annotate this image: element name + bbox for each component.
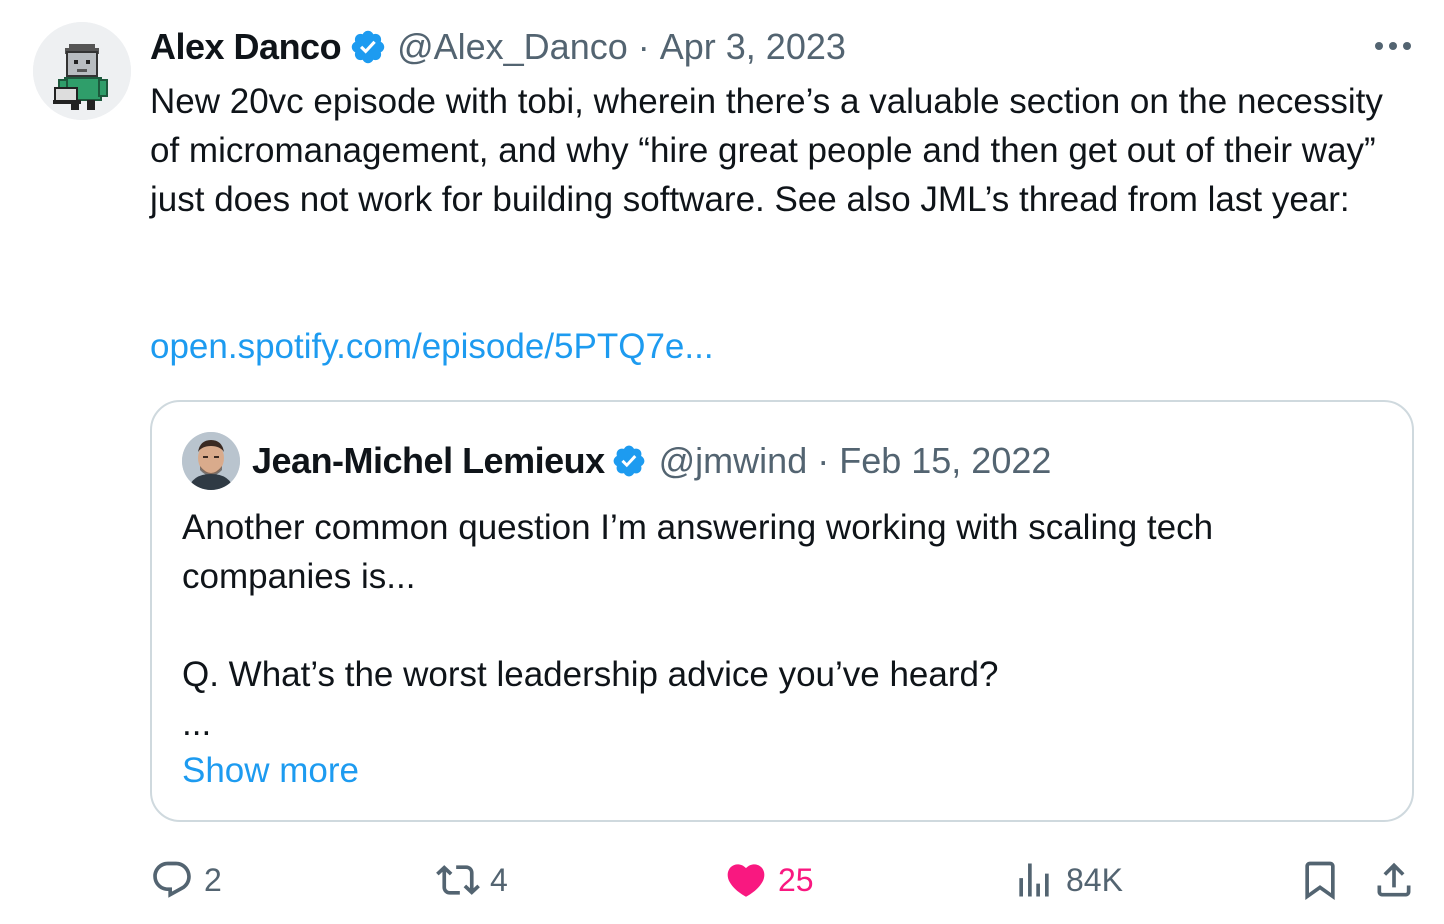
action-bar: 2 4 25 84K (0, 850, 1444, 910)
views-button[interactable]: 84K (1012, 850, 1123, 910)
author-handle[interactable]: @Alex_Danco (397, 26, 628, 68)
more-button[interactable] (1372, 28, 1414, 64)
verified-badge-icon (351, 30, 385, 64)
tweet-date[interactable]: Apr 3, 2023 (660, 26, 846, 68)
quoted-author-handle[interactable]: @jmwind (659, 440, 808, 482)
quoted-text: Another common question I’m answering wo… (182, 508, 1214, 743)
share-icon (1377, 862, 1411, 897)
pixel-avatar-icon (33, 22, 131, 120)
quoted-tweet[interactable]: Jean-Michel Lemieux @jmwind · Feb 15, 20… (150, 400, 1414, 822)
views-count: 84K (1066, 861, 1123, 898)
tweet-text: New 20vc episode with tobi, wherein ther… (150, 82, 1393, 219)
like-count: 25 (778, 861, 814, 898)
author-name[interactable]: Alex Danco (150, 26, 342, 68)
heart-filled-icon (727, 864, 765, 897)
tweet-header: Alex Danco @Alex_Danco · Apr 3, 2023 (150, 24, 846, 70)
quoted-author-avatar[interactable] (182, 432, 240, 490)
tweet-link[interactable]: open.spotify.com/episode/5PTQ7e... (150, 322, 714, 371)
bookmark-button[interactable] (1298, 850, 1342, 910)
quoted-date[interactable]: Feb 15, 2022 (839, 440, 1051, 482)
show-more-link[interactable]: Show more (182, 746, 359, 795)
retweet-count: 4 (490, 861, 508, 898)
more-horizontal-icon (1375, 42, 1411, 50)
quoted-header-separator: · (817, 440, 830, 481)
retweet-button[interactable]: 4 (436, 850, 508, 910)
author-avatar[interactable] (33, 22, 131, 120)
reply-icon (153, 861, 191, 898)
views-icon (1019, 863, 1049, 897)
retweet-icon (436, 865, 480, 895)
bookmark-icon (1305, 861, 1335, 901)
reply-button[interactable]: 2 (150, 850, 222, 910)
reply-count: 2 (204, 861, 222, 898)
portrait-avatar-icon (182, 432, 240, 490)
like-button[interactable]: 25 (724, 850, 814, 910)
quoted-header: Jean-Michel Lemieux @jmwind · Feb 15, 20… (252, 439, 1051, 483)
share-button[interactable] (1372, 850, 1416, 910)
header-separator: · (637, 26, 650, 67)
verified-badge-icon (613, 445, 645, 477)
quoted-author-name[interactable]: Jean-Michel Lemieux (252, 440, 605, 482)
